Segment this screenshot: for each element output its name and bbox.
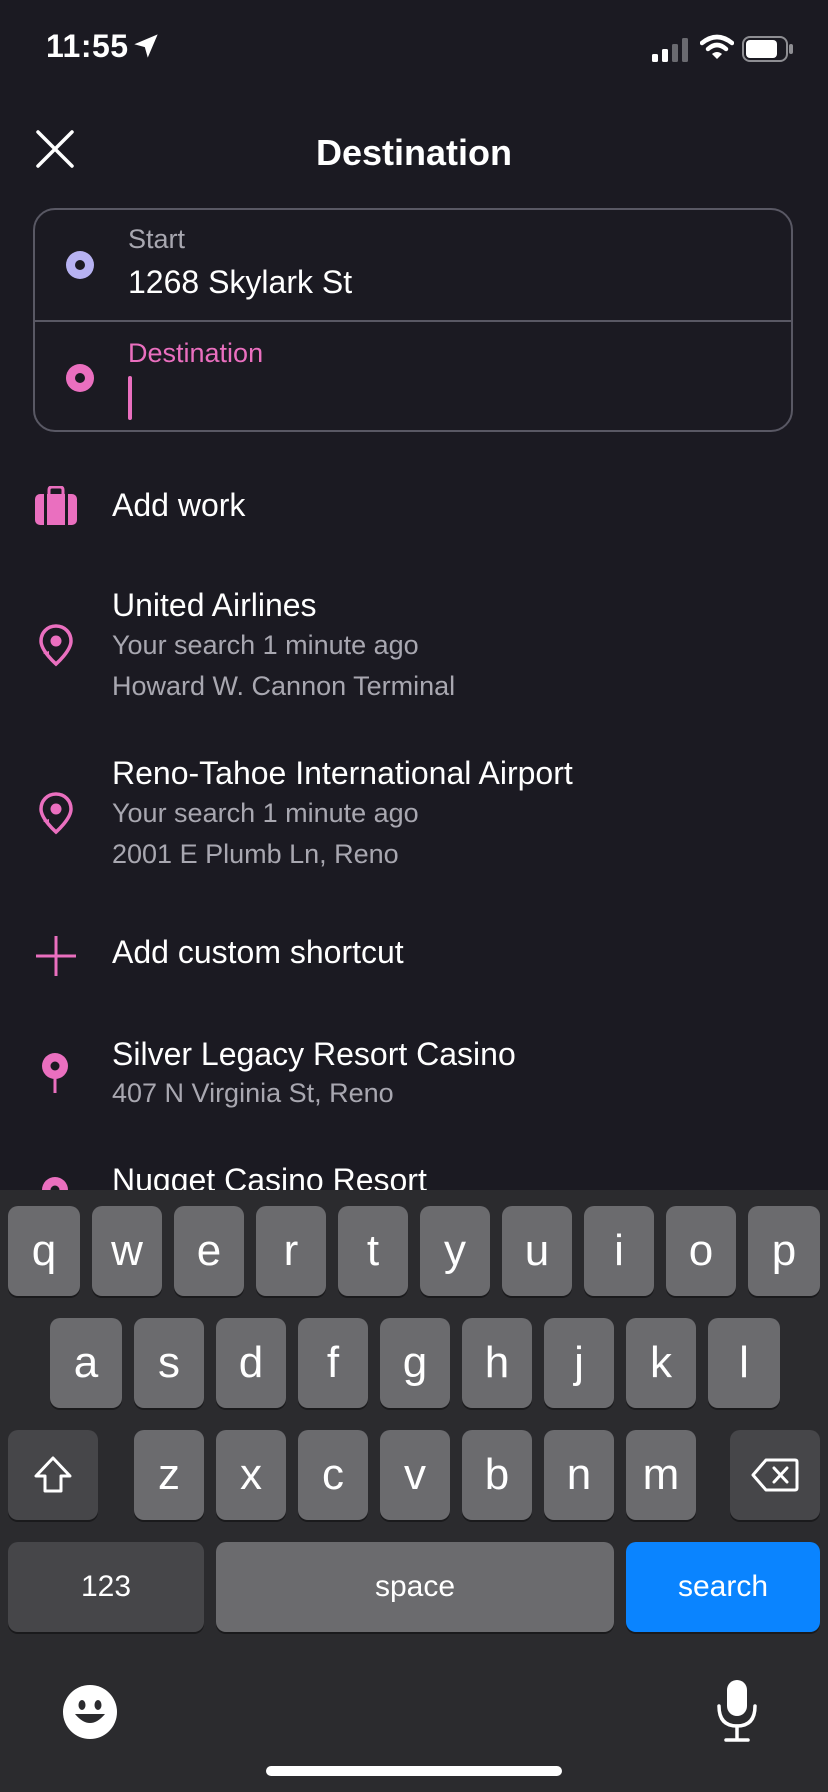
key-z[interactable]: z xyxy=(134,1430,204,1520)
start-label: Start xyxy=(128,224,186,254)
page-title: Destination xyxy=(315,132,512,173)
key-h[interactable]: h xyxy=(462,1318,532,1408)
add-custom-shortcut-label: Add custom shortcut xyxy=(112,934,404,970)
key-a[interactable]: a xyxy=(50,1318,122,1408)
shift-icon xyxy=(34,1456,72,1493)
microphone-icon[interactable] xyxy=(714,1678,760,1744)
numbers-key[interactable]: 123 xyxy=(8,1542,204,1632)
destination-input[interactable] xyxy=(124,372,772,422)
key-g[interactable]: g xyxy=(380,1318,450,1408)
list-item-detail: Howard W. Cannon Terminal xyxy=(112,671,456,701)
shift-key[interactable] xyxy=(8,1430,98,1520)
add-work-label: Add work xyxy=(112,487,246,523)
key-q[interactable]: q xyxy=(8,1206,80,1296)
backspace-key[interactable] xyxy=(730,1430,820,1520)
key-i[interactable]: i xyxy=(584,1206,654,1296)
key-y[interactable]: y xyxy=(420,1206,490,1296)
location-arrow-icon xyxy=(134,34,158,58)
pin-icon xyxy=(42,1053,68,1093)
space-key[interactable]: space xyxy=(216,1542,614,1632)
list-item-title: United Airlines xyxy=(112,587,317,623)
key-k[interactable]: k xyxy=(626,1318,696,1408)
list-item-detail: 407 N Virginia St, Reno xyxy=(112,1078,394,1108)
backspace-icon xyxy=(751,1458,799,1492)
search-key[interactable]: search xyxy=(626,1542,820,1632)
start-dot-icon xyxy=(66,251,94,279)
list-item-detail: 2001 E Plumb Ln, Reno xyxy=(112,839,399,869)
key-v[interactable]: v xyxy=(380,1430,450,1520)
key-x[interactable]: x xyxy=(216,1430,286,1520)
keyboard: q w e r t y u i o p a s d f g h j k l z … xyxy=(0,1190,828,1792)
key-n[interactable]: n xyxy=(544,1430,614,1520)
key-u[interactable]: u xyxy=(502,1206,572,1296)
key-o[interactable]: o xyxy=(666,1206,736,1296)
key-b[interactable]: b xyxy=(462,1430,532,1520)
list-item-title: Silver Legacy Resort Casino xyxy=(112,1036,516,1072)
key-m[interactable]: m xyxy=(626,1430,696,1520)
cellular-signal-icon xyxy=(652,38,688,62)
home-indicator xyxy=(266,1766,562,1776)
status-time: 11:55 xyxy=(46,28,129,64)
key-j[interactable]: j xyxy=(544,1318,614,1408)
text-caret xyxy=(128,376,132,420)
route-divider xyxy=(33,320,793,322)
key-p[interactable]: p xyxy=(748,1206,820,1296)
list-item-title: Reno-Tahoe International Airport xyxy=(112,755,573,791)
key-s[interactable]: s xyxy=(134,1318,204,1408)
key-c[interactable]: c xyxy=(298,1430,368,1520)
destination-dot-icon xyxy=(66,364,94,392)
key-l[interactable]: l xyxy=(708,1318,780,1408)
key-e[interactable]: e xyxy=(174,1206,244,1296)
wifi-icon xyxy=(700,34,734,59)
key-t[interactable]: t xyxy=(338,1206,408,1296)
history-pin-icon xyxy=(39,624,73,667)
briefcase-icon xyxy=(35,486,77,525)
key-d[interactable]: d xyxy=(216,1318,286,1408)
destination-label: Destination xyxy=(128,338,264,368)
battery-icon xyxy=(742,36,793,62)
key-r[interactable]: r xyxy=(256,1206,326,1296)
plus-icon xyxy=(36,936,76,976)
key-w[interactable]: w xyxy=(92,1206,162,1296)
list-item-subtitle: Your search 1 minute ago xyxy=(112,798,419,828)
list-item-subtitle: Your search 1 minute ago xyxy=(112,630,419,660)
key-f[interactable]: f xyxy=(298,1318,368,1408)
history-pin-icon xyxy=(39,792,73,835)
start-field[interactable]: 1268 Skylark St xyxy=(128,264,352,301)
emoji-icon[interactable] xyxy=(62,1684,118,1740)
